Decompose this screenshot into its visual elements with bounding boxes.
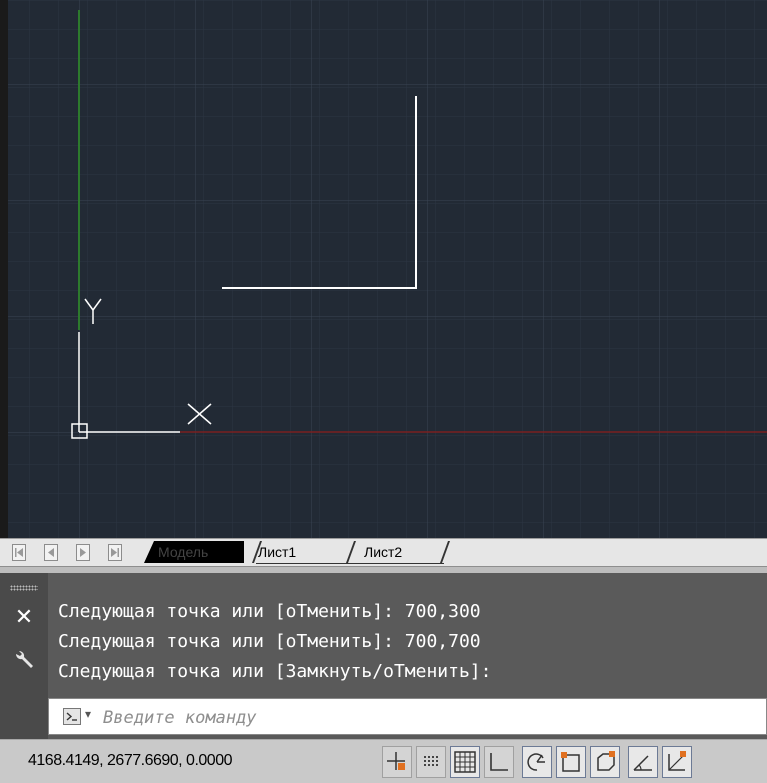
ortho-icon[interactable]	[484, 746, 514, 778]
history-line: Следующая точка или [оТменить]: 700,300	[58, 601, 481, 622]
osnap-icon[interactable]	[556, 746, 586, 778]
first-tab-button[interactable]	[12, 544, 26, 561]
history-line: Следующая точка или [оТменить]: 700,700	[58, 631, 481, 652]
tab-model-label: Модель	[158, 544, 209, 560]
tab-sheet2-label: Лист2	[364, 544, 403, 560]
splitter-bar[interactable]	[0, 566, 767, 573]
layout-tab-bar: Модель Лист1 Лист2	[0, 538, 767, 567]
otrack-icon[interactable]	[628, 746, 658, 778]
command-prompt-icon[interactable]	[63, 708, 81, 725]
coordinates-readout: 4168.4149, 2677.6690, 0.0000	[28, 752, 232, 769]
snap-icon[interactable]	[382, 746, 412, 778]
wrench-icon[interactable]	[12, 648, 36, 672]
command-line-panel: ✕ Следующая точка или [оТменить]: 700,30…	[0, 573, 767, 739]
command-history: Следующая точка или [оТменить]: 700,300 С…	[58, 597, 491, 687]
tab-sheet1[interactable]: Лист1	[250, 541, 362, 563]
last-tab-button[interactable]	[108, 544, 122, 561]
tab-sheet1-label: Лист1	[258, 544, 297, 560]
tab-underline	[256, 563, 444, 564]
status-bar: 4168.4149, 2677.6690, 0.0000	[0, 739, 767, 783]
tab-model[interactable]: Модель	[144, 541, 244, 563]
prev-tab-button[interactable]	[44, 544, 58, 561]
command-line-grip[interactable]: ✕	[0, 573, 48, 739]
close-icon[interactable]: ✕	[14, 607, 34, 629]
chevron-down-icon[interactable]: ▾	[85, 707, 91, 721]
infer-icon[interactable]	[416, 746, 446, 778]
grid-icon[interactable]	[450, 746, 480, 778]
history-line: Следующая точка или [Замкнуть/оТменить]:	[58, 661, 492, 682]
3d-osnap-icon[interactable]	[590, 746, 620, 778]
drawing-canvas[interactable]	[0, 0, 767, 538]
command-input[interactable]	[101, 703, 745, 733]
command-input-row: ▾	[48, 698, 767, 735]
ducs-icon[interactable]	[662, 746, 692, 778]
polar-icon[interactable]	[522, 746, 552, 778]
next-tab-button[interactable]	[76, 544, 90, 561]
grip-dots-icon	[10, 585, 38, 591]
